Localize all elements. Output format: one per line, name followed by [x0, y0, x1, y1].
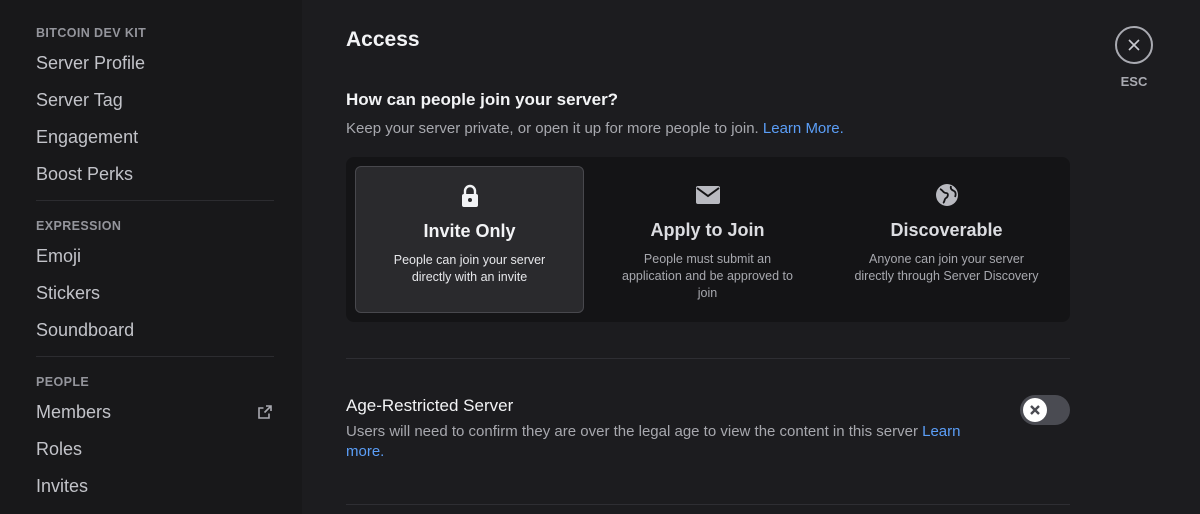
settings-content: Access ESC How can people join your serv… — [302, 0, 1200, 514]
close-icon — [1128, 39, 1140, 51]
learn-more-link[interactable]: Learn More. — [763, 120, 844, 137]
join-options: Invite Only People can join your server … — [346, 157, 1070, 322]
sidebar-item-label: Soundboard — [36, 319, 135, 340]
sidebar-item-emoji[interactable]: Emoji — [26, 240, 278, 272]
close-control: ESC — [1114, 26, 1154, 89]
mail-icon — [695, 182, 721, 208]
section-divider — [346, 504, 1070, 505]
section-header-server: BITCOIN DEV KIT — [36, 26, 147, 40]
sidebar-item-server-profile[interactable]: Server Profile — [26, 47, 278, 79]
sidebar-item-invites[interactable]: Invites — [26, 470, 278, 502]
sidebar-item-boost-perks[interactable]: Boost Perks — [26, 158, 278, 190]
settings-sidebar: BITCOIN DEV KIT Server Profile Server Ta… — [0, 0, 302, 514]
toggle-knob — [1023, 398, 1047, 422]
globe-icon — [934, 182, 960, 208]
external-link-icon — [256, 403, 274, 421]
sidebar-item-engagement[interactable]: Engagement — [26, 121, 278, 153]
section-header-people: PEOPLE — [36, 375, 90, 389]
sidebar-item-label: Server Profile — [36, 52, 146, 73]
option-description: People must submit an application and be… — [622, 252, 793, 300]
section-divider — [346, 358, 1070, 359]
sidebar-item-label: Emoji — [36, 245, 82, 266]
sidebar-item-label: Members — [36, 401, 112, 422]
lock-icon — [459, 183, 481, 209]
option-invite-only[interactable]: Invite Only People can join your server … — [355, 166, 584, 313]
age-restricted-description: Users will need to confirm they are over… — [346, 422, 966, 462]
sidebar-item-label: Invites — [36, 475, 89, 496]
sidebar-divider — [36, 356, 274, 357]
section-header-expression: EXPRESSION — [36, 219, 122, 233]
page-title: Access — [346, 28, 420, 51]
close-button[interactable] — [1115, 26, 1153, 64]
sidebar-divider — [36, 200, 274, 201]
sidebar-item-stickers[interactable]: Stickers — [26, 277, 278, 309]
sidebar-item-label: Server Tag — [36, 89, 123, 110]
sidebar-item-soundboard[interactable]: Soundboard — [26, 314, 278, 346]
esc-label: ESC — [1120, 74, 1148, 89]
join-description-text: Keep your server private, or open it up … — [346, 120, 759, 137]
sidebar-item-roles[interactable]: Roles — [26, 433, 278, 465]
age-restricted-toggle[interactable] — [1020, 395, 1070, 425]
sidebar-item-label: Engagement — [36, 126, 139, 147]
sidebar-item-label: Stickers — [36, 282, 101, 303]
close-icon — [1030, 405, 1040, 415]
option-title: Discoverable — [890, 220, 1003, 240]
sidebar-item-label: Roles — [36, 438, 83, 459]
option-title: Invite Only — [423, 221, 516, 241]
option-title: Apply to Join — [650, 220, 765, 240]
join-description: Keep your server private, or open it up … — [346, 120, 844, 137]
option-description: People can join your server directly wit… — [393, 253, 546, 284]
age-restricted-title: Age-Restricted Server — [346, 396, 514, 415]
option-description: Anyone can join your server directly thr… — [854, 252, 1039, 283]
option-discoverable[interactable]: Discoverable Anyone can join your server… — [832, 166, 1061, 313]
join-question: How can people join your server? — [346, 90, 619, 109]
option-apply-to-join[interactable]: Apply to Join People must submit an appl… — [593, 166, 822, 313]
sidebar-item-label: Boost Perks — [36, 163, 134, 184]
sidebar-item-server-tag[interactable]: Server Tag — [26, 84, 278, 116]
age-restricted-description-text: Users will need to confirm they are over… — [346, 423, 918, 440]
sidebar-item-members[interactable]: Members — [26, 396, 278, 428]
